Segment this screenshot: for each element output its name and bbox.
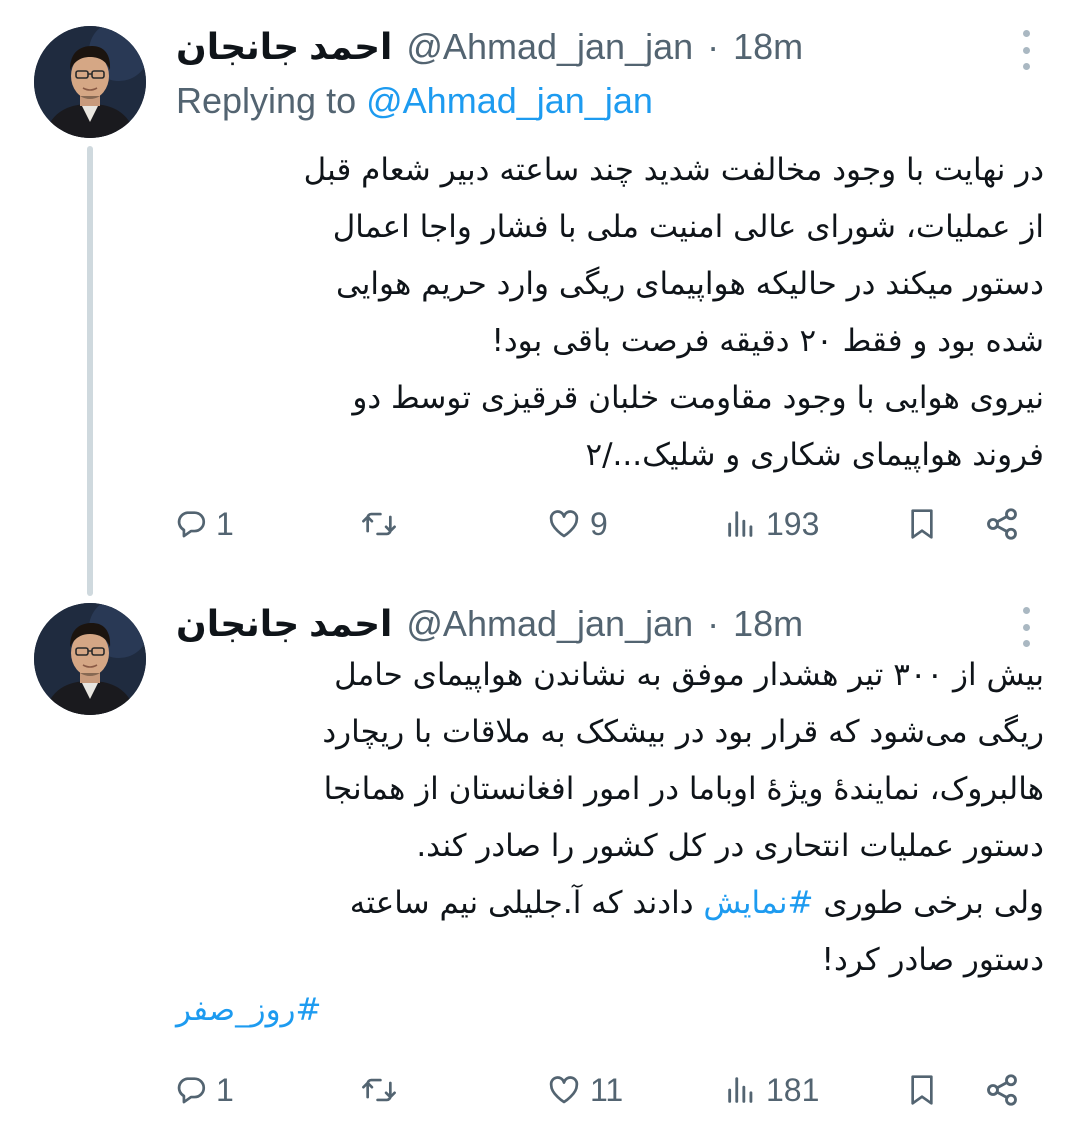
views-count: 181 bbox=[766, 1071, 820, 1108]
like-count: 11 bbox=[590, 1071, 624, 1108]
separator-dot: · bbox=[707, 26, 720, 67]
text-line: دستور صادر کرد! bbox=[821, 942, 1044, 978]
reply-icon bbox=[177, 1077, 206, 1104]
more-icon[interactable] bbox=[1020, 607, 1032, 647]
retweet-icon bbox=[362, 1078, 396, 1102]
text-line: نیروی هوایی با وجود مقاومت خلبان قرقیزی … bbox=[352, 380, 1044, 416]
text-line: فروند هواپیمای شکاری و شلیک.../۲ bbox=[585, 437, 1044, 473]
avatar[interactable] bbox=[34, 603, 146, 715]
tweet-actions: 1 11 181 bbox=[172, 1060, 1040, 1120]
like-button[interactable]: 11 bbox=[546, 1060, 623, 1120]
tweet-header: احمد جانجان @Ahmad_jan_jan · 18m bbox=[176, 22, 1010, 72]
retweet-button[interactable] bbox=[360, 494, 406, 554]
like-button[interactable]: 9 bbox=[546, 494, 608, 554]
like-count: 9 bbox=[590, 505, 608, 542]
hashtag-link[interactable]: #نمایش bbox=[703, 885, 813, 921]
text-line: هالبروک، نمایندهٔ ویژهٔ اوباما در امور ا… bbox=[323, 771, 1044, 807]
replying-to: Replying to @Ahmad_jan_jan bbox=[176, 80, 653, 122]
text-segment: دادند که آ.جلیلی نیم ساعته bbox=[349, 885, 694, 921]
separator-dot: · bbox=[707, 603, 720, 644]
share-button[interactable] bbox=[984, 494, 1020, 554]
bookmark-icon bbox=[911, 1075, 933, 1105]
heart-icon bbox=[549, 1076, 579, 1104]
more-icon[interactable] bbox=[1020, 30, 1032, 70]
timestamp[interactable]: 18m bbox=[733, 26, 803, 68]
tweet-text: بیش از ۳۰۰ تیر هشدار موفق به نشاندن هواپ… bbox=[176, 647, 1044, 989]
text-line: دستور میکند در حالیکه هواپیمای ریگی وارد… bbox=[335, 266, 1044, 302]
views-icon bbox=[728, 1077, 753, 1103]
text-line: دستور عملیات انتحاری در کل کشور را صادر … bbox=[416, 828, 1044, 864]
tweet-text: در نهایت با وجود مخالفت شدید چند ساعته د… bbox=[176, 142, 1044, 484]
author-handle[interactable]: @Ahmad_jan_jan bbox=[406, 603, 693, 645]
views-button[interactable]: 181 bbox=[724, 1060, 819, 1120]
reply-button[interactable]: 1 bbox=[174, 494, 234, 554]
tweet-actions: 1 9 193 bbox=[172, 494, 1040, 554]
reply-count: 1 bbox=[216, 505, 234, 542]
retweet-button[interactable] bbox=[360, 1060, 406, 1120]
bookmark-button[interactable] bbox=[906, 1060, 938, 1120]
text-line: از عملیات، شورای عالی امنیت ملی با فشار … bbox=[332, 209, 1044, 245]
share-icon bbox=[987, 508, 1017, 540]
replying-prefix: Replying to bbox=[176, 80, 357, 121]
tweet[interactable]: احمد جانجان @Ahmad_jan_jan · 18m بیش از … bbox=[0, 595, 1080, 1147]
text-line: بیش از ۳۰۰ تیر هشدار موفق به نشاندن هواپ… bbox=[334, 657, 1044, 693]
heart-icon bbox=[549, 510, 579, 538]
share-icon bbox=[987, 1074, 1017, 1106]
reply-button[interactable]: 1 bbox=[174, 1060, 234, 1120]
reply-count: 1 bbox=[216, 1071, 234, 1108]
timestamp[interactable]: 18m bbox=[733, 603, 803, 645]
tweet-header: احمد جانجان @Ahmad_jan_jan · 18m bbox=[176, 599, 1010, 649]
replying-mention[interactable]: @Ahmad_jan_jan bbox=[366, 80, 653, 121]
author-name[interactable]: احمد جانجان bbox=[176, 26, 392, 68]
bookmark-icon bbox=[911, 509, 933, 539]
text-segment: ولی برخی طوری bbox=[823, 885, 1044, 921]
text-line: ولی برخی طوری #نمایش دادند که آ.جلیلی نی… bbox=[176, 875, 1044, 932]
retweet-icon bbox=[362, 512, 396, 536]
bookmark-button[interactable] bbox=[906, 494, 938, 554]
share-button[interactable] bbox=[984, 1060, 1020, 1120]
views-count: 193 bbox=[766, 505, 820, 542]
views-icon bbox=[728, 511, 753, 537]
hashtag-link[interactable]: #روز_صفر bbox=[176, 992, 322, 1028]
tweet[interactable]: احمد جانجان @Ahmad_jan_jan · 18m Replyin… bbox=[0, 0, 1080, 596]
text-line: شده بود و فقط ۲۰ دقیقه فرصت باقی بود! bbox=[491, 323, 1044, 359]
reply-icon bbox=[177, 511, 206, 538]
author-handle[interactable]: @Ahmad_jan_jan bbox=[406, 26, 693, 68]
thread-line bbox=[87, 146, 93, 596]
avatar[interactable] bbox=[34, 26, 146, 138]
text-line: ریگی می‌شود که قرار بود در بیشکک به ملاق… bbox=[322, 714, 1044, 750]
views-button[interactable]: 193 bbox=[724, 494, 819, 554]
text-line: در نهایت با وجود مخالفت شدید چند ساعته د… bbox=[303, 152, 1044, 188]
author-name[interactable]: احمد جانجان bbox=[176, 603, 392, 645]
